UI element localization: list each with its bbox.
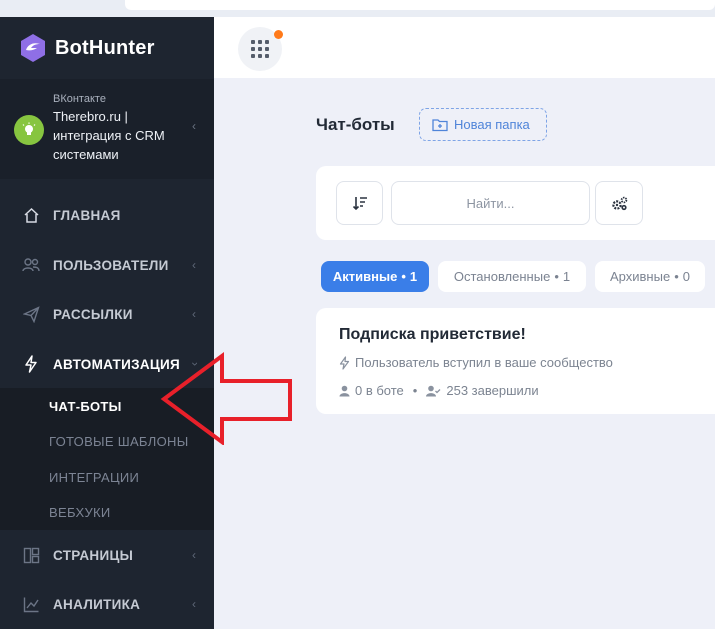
- chevron-left-icon: ‹: [192, 597, 196, 611]
- lightning-icon: [339, 355, 350, 370]
- tab-label: Остановленные: [453, 269, 551, 284]
- stats-separator: •: [412, 383, 418, 398]
- lightning-icon: [22, 355, 40, 373]
- layout-icon: [22, 546, 40, 564]
- tab-count: 1: [409, 269, 418, 284]
- bot-trigger: Пользователь вступил в ваше сообщество: [339, 355, 613, 370]
- new-folder-button[interactable]: Новая папка: [419, 108, 547, 141]
- tab-separator: •: [554, 269, 559, 284]
- chevron-left-icon: ‹: [192, 119, 196, 133]
- brand-name: BotHunter: [55, 36, 155, 59]
- nav-label-mailings: РАССЫЛКИ: [53, 306, 133, 322]
- nav-item-pages[interactable]: СТРАНИЦЫ ‹: [0, 532, 214, 578]
- tab-active[interactable]: Активные • 1: [321, 261, 429, 292]
- nav-label-home: ГЛАВНАЯ: [53, 207, 121, 223]
- tab-count: 0: [682, 269, 690, 284]
- chevron-left-icon: ‹: [192, 307, 196, 321]
- tab-label: Активные: [332, 269, 398, 284]
- bot-settings-button[interactable]: [595, 181, 643, 225]
- lightbulb-icon: [22, 122, 36, 135]
- nav-item-mailings[interactable]: РАССЫЛКИ ‹: [0, 291, 214, 337]
- tab-label: Архивные: [610, 269, 671, 284]
- gears-icon: [611, 196, 627, 210]
- nav-label-pages: СТРАНИЦЫ: [53, 547, 134, 563]
- user-check-icon: [426, 385, 441, 396]
- search-input[interactable]: [391, 181, 590, 225]
- top-header: [214, 17, 715, 78]
- account-switcher[interactable]: ВКонтакте Therebro.ru | интеграция с CRM…: [0, 79, 214, 179]
- browser-field: [125, 0, 715, 10]
- submenu-item-integrations[interactable]: ИНТЕГРАЦИИ: [49, 470, 139, 485]
- bothunter-logo-icon: [21, 34, 45, 62]
- bot-card[interactable]: Подписка приветствие! Пользователь вступ…: [316, 308, 715, 414]
- user-icon: [339, 385, 350, 396]
- bot-in-bot-count: 0 в боте: [355, 383, 404, 398]
- notification-dot: [274, 30, 283, 39]
- bot-title[interactable]: Подписка приветствие!: [339, 326, 526, 344]
- tab-archived[interactable]: Архивные • 0: [595, 261, 705, 292]
- browser-strip: [0, 0, 715, 17]
- nav-item-analytics[interactable]: АНАЛИТИКА ‹: [0, 581, 214, 627]
- sort-button[interactable]: [336, 181, 383, 225]
- users-icon: [22, 256, 40, 274]
- nav-label-analytics: АНАЛИТИКА: [53, 596, 141, 612]
- filter-toolbar: [316, 166, 715, 240]
- grid-icon: [251, 40, 269, 58]
- sidebar: BotHunter ВКонтакте Therebro.ru | интегр…: [0, 17, 214, 629]
- nav-label-users: ПОЛЬЗОВАТЕЛИ: [53, 257, 169, 273]
- annotation-arrow-icon: [160, 352, 292, 445]
- tab-stopped[interactable]: Остановленные • 1: [438, 261, 586, 292]
- account-avatar: [14, 115, 44, 145]
- account-name: Therebro.ru | интеграция с CRM системами: [53, 109, 165, 162]
- nav-item-users[interactable]: ПОЛЬЗОВАТЕЛИ ‹: [0, 242, 214, 288]
- chevron-left-icon: ‹: [192, 258, 196, 272]
- tab-separator: •: [674, 269, 679, 284]
- send-icon: [22, 305, 40, 323]
- home-icon: [22, 206, 40, 224]
- tab-count: 1: [562, 269, 571, 284]
- chevron-left-icon: ‹: [192, 548, 196, 562]
- nav-item-home[interactable]: ГЛАВНАЯ: [0, 192, 214, 238]
- bot-finished-count: 253 завершили: [446, 383, 539, 398]
- bot-trigger-text: Пользователь вступил в ваше сообщество: [355, 355, 613, 370]
- account-network: ВКонтакте: [53, 93, 106, 105]
- submenu-item-webhooks[interactable]: ВЕБХУКИ: [49, 505, 111, 520]
- brand[interactable]: BotHunter: [0, 17, 214, 79]
- sort-icon: [352, 197, 367, 210]
- bot-stats: 0 в боте • 253 завершили: [339, 383, 539, 398]
- submenu-item-chatbots[interactable]: ЧАТ-БОТЫ: [49, 399, 122, 414]
- new-folder-label: Новая папка: [454, 117, 530, 132]
- folder-plus-icon: [432, 118, 448, 132]
- tab-separator: •: [401, 269, 406, 284]
- page-title: Чат-боты: [316, 115, 395, 134]
- chart-line-icon: [22, 595, 40, 613]
